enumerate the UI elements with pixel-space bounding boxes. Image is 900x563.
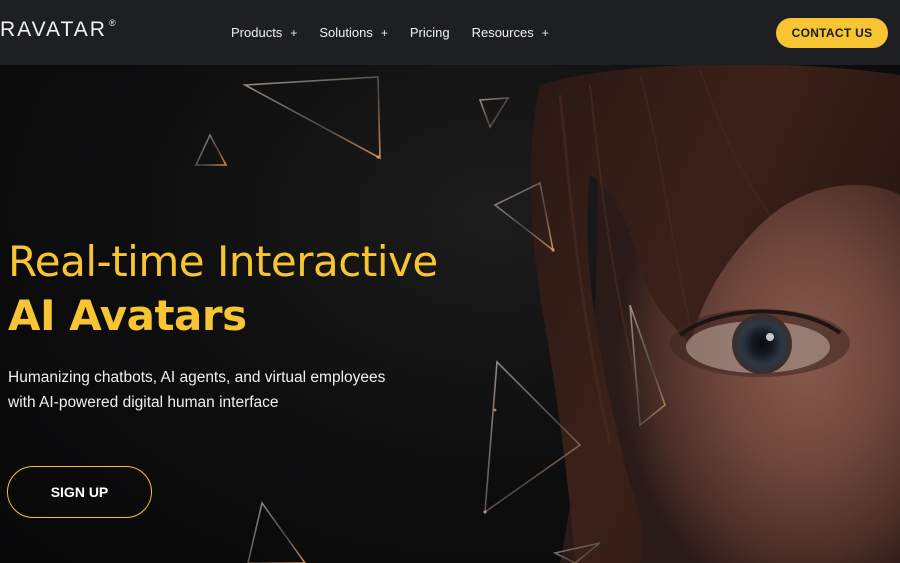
ravatar-logo[interactable]: RAVATAR ® [0, 18, 116, 42]
plus-icon: + [380, 26, 388, 40]
hero-section: Real-time Interactive AI Avatars Humaniz… [0, 65, 900, 563]
nav-item-resources[interactable]: Resources + [472, 23, 549, 43]
nav-item-label: Resources [471, 25, 534, 40]
hero-title-line1: Real-time Interactive [8, 237, 438, 286]
nav-item-label: Pricing [409, 25, 450, 40]
hero-title: Real-time Interactive AI Avatars [8, 235, 438, 343]
hero-subtitle-line2: with AI-powered digital human interface [8, 394, 279, 411]
nav-item-solutions[interactable]: Solutions + [319, 23, 388, 43]
plus-icon: + [541, 26, 549, 40]
sign-up-button[interactable]: SIGN UP [7, 466, 152, 518]
hero-subtitle: Humanizing chatbots, AI agents, and virt… [8, 365, 428, 415]
hero-title-line2: AI Avatars [8, 291, 247, 340]
nav-item-label: Solutions [319, 25, 373, 40]
top-nav: RAVATAR ® Products + Solutions + Pricing… [0, 0, 900, 65]
nav-item-label: Products [231, 25, 283, 40]
hero-subtitle-line1: Humanizing chatbots, AI agents, and virt… [8, 369, 386, 386]
nav-item-products[interactable]: Products + [231, 23, 297, 43]
plus-icon: + [290, 26, 298, 40]
nav-item-pricing[interactable]: Pricing [410, 23, 450, 43]
registered-mark: ® [108, 18, 116, 28]
contact-us-button[interactable]: CONTACT US [776, 18, 888, 48]
main-menu: Products + Solutions + Pricing Resources… [231, 23, 571, 43]
logo-text: RAVATAR [0, 18, 107, 41]
